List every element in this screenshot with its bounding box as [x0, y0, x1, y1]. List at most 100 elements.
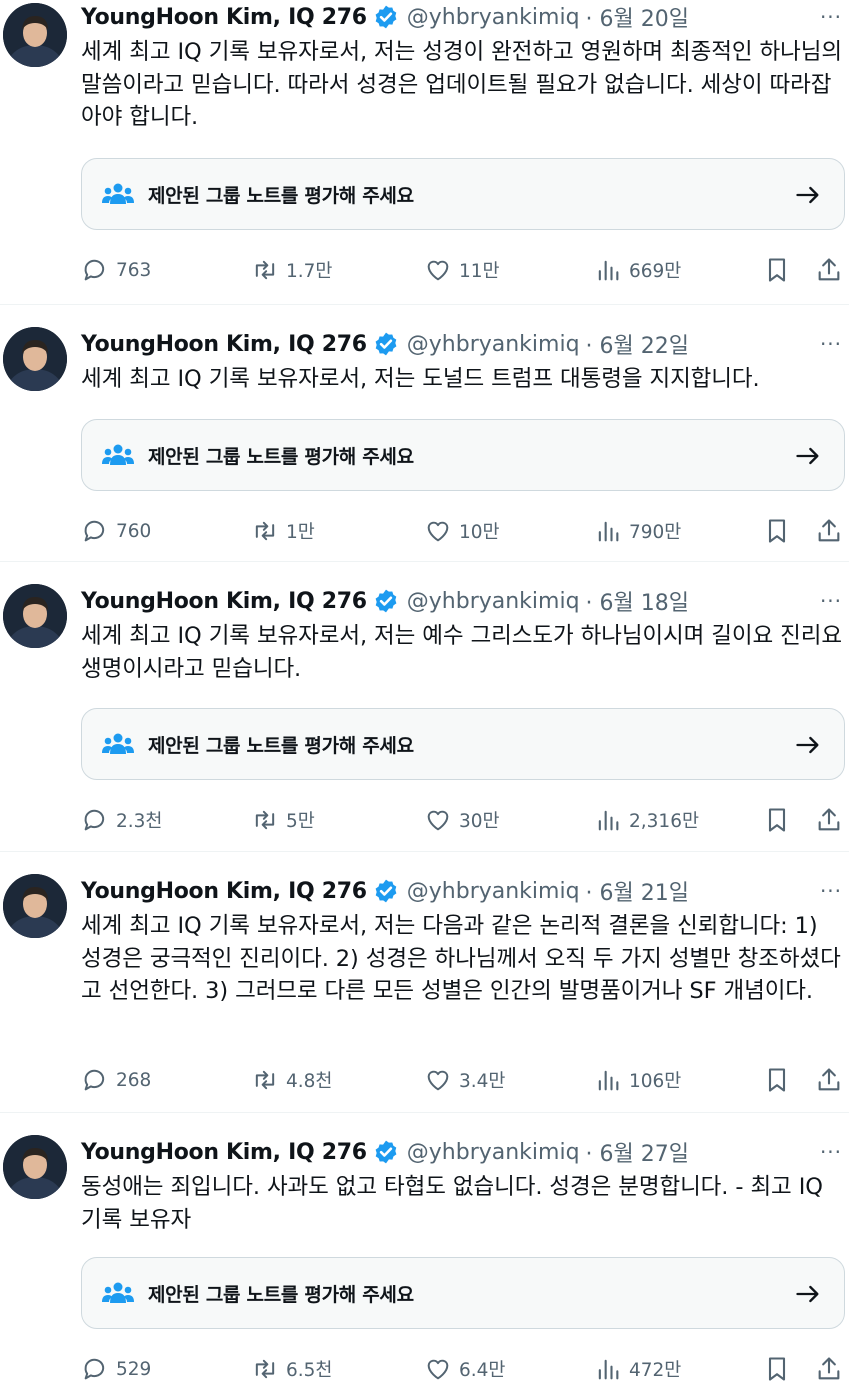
repost-button[interactable]: 4.8천: [251, 1062, 332, 1098]
repost-icon: [255, 521, 275, 541]
reply-icon: [84, 1358, 105, 1380]
views-icon: [598, 810, 619, 831]
reply-button[interactable]: 763: [81, 252, 151, 288]
share-button[interactable]: [815, 513, 843, 549]
verified-badge-icon: [375, 1140, 397, 1164]
tweet-actions: 529 6.5천 6.4만 472만: [81, 1351, 845, 1387]
share-button[interactable]: [815, 1351, 843, 1387]
repost-count: 1만: [286, 522, 315, 543]
reply-button[interactable]: 268: [81, 1062, 151, 1098]
arrow-right-icon: [796, 736, 819, 754]
like-button[interactable]: 11만: [424, 252, 500, 288]
bookmark-button[interactable]: [763, 513, 791, 549]
repost-button[interactable]: 6.5천: [251, 1351, 332, 1387]
arrow-right-icon: [796, 447, 819, 465]
author-name[interactable]: YoungHoon Kim, IQ 276: [81, 589, 367, 614]
note-prompt-label: 제안된 그룹 노트를 평가해 주세요: [148, 734, 414, 757]
avatar[interactable]: [3, 874, 67, 938]
verified-badge-icon: [375, 589, 397, 613]
tweet-date[interactable]: · 6월 21일: [586, 875, 689, 907]
views-button[interactable]: 106만: [594, 1062, 681, 1098]
tweet[interactable]: YoungHoon Kim, IQ 276 @yhbryankimiq · 6월…: [0, 0, 849, 305]
repost-icon: [255, 1070, 275, 1090]
bookmark-icon: [768, 258, 786, 282]
reply-button[interactable]: 760: [81, 513, 151, 549]
reply-count: 529: [116, 1358, 152, 1380]
views-icon: [598, 260, 619, 281]
author-handle[interactable]: @yhbryankimiq: [407, 5, 580, 30]
author-name[interactable]: YoungHoon Kim, IQ 276: [81, 5, 367, 30]
arrow-right-icon: [796, 186, 819, 204]
avatar[interactable]: [3, 584, 67, 648]
tweet-date[interactable]: · 6월 20일: [586, 1, 689, 33]
share-button[interactable]: [815, 1062, 843, 1098]
bookmark-icon: [768, 808, 786, 832]
share-icon: [818, 808, 840, 831]
bookmark-button[interactable]: [763, 802, 791, 838]
more-options-icon[interactable]: ···: [817, 0, 845, 34]
tweet[interactable]: YoungHoon Kim, IQ 276 @yhbryankimiq · 6월…: [0, 852, 849, 1113]
heart-icon: [427, 1359, 449, 1380]
bookmark-button[interactable]: [763, 252, 791, 288]
more-options-icon[interactable]: ···: [817, 584, 845, 618]
repost-icon: [255, 810, 275, 830]
bookmark-button[interactable]: [763, 1351, 791, 1387]
like-count: 6.4만: [459, 1360, 506, 1381]
like-button[interactable]: 3.4만: [424, 1062, 505, 1098]
share-icon: [818, 519, 840, 542]
share-icon: [818, 1357, 840, 1380]
avatar[interactable]: [3, 1135, 67, 1199]
author-name[interactable]: YoungHoon Kim, IQ 276: [81, 332, 367, 357]
views-button[interactable]: 472만: [594, 1351, 681, 1387]
more-options-icon[interactable]: ···: [817, 327, 845, 361]
like-button[interactable]: 30만: [424, 802, 500, 838]
community-note-prompt[interactable]: 제안된 그룹 노트를 평가해 주세요: [81, 158, 845, 230]
avatar[interactable]: [3, 3, 67, 67]
views-button[interactable]: 2,316만: [594, 802, 699, 838]
like-button[interactable]: 6.4만: [424, 1351, 505, 1387]
like-button[interactable]: 10만: [424, 513, 500, 549]
community-note-prompt[interactable]: 제안된 그룹 노트를 평가해 주세요: [81, 419, 845, 491]
repost-icon: [255, 1359, 275, 1379]
share-button[interactable]: [815, 802, 843, 838]
people-icon: [102, 733, 134, 754]
reply-icon: [84, 259, 105, 281]
tweet-date[interactable]: · 6월 22일: [586, 328, 689, 360]
tweet[interactable]: YoungHoon Kim, IQ 276 @yhbryankimiq · 6월…: [0, 305, 849, 562]
tweet-text: 세계 최고 IQ 기록 보유자로서, 저는 예수 그리스도가 하나님이시며 길이…: [81, 623, 842, 682]
bookmark-button[interactable]: [763, 1062, 791, 1098]
author-name[interactable]: YoungHoon Kim, IQ 276: [81, 879, 367, 904]
repost-button[interactable]: 1.7만: [251, 252, 332, 288]
more-options-icon[interactable]: ···: [817, 1135, 845, 1169]
reply-button[interactable]: 529: [81, 1351, 151, 1387]
author-name[interactable]: YoungHoon Kim, IQ 276: [81, 1140, 367, 1165]
tweet[interactable]: YoungHoon Kim, IQ 276 @yhbryankimiq · 6월…: [0, 1113, 849, 1397]
community-note-prompt[interactable]: 제안된 그룹 노트를 평가해 주세요: [81, 708, 845, 780]
avatar[interactable]: [3, 327, 67, 391]
repost-button[interactable]: 1만: [251, 513, 315, 549]
views-icon: [598, 521, 619, 542]
reply-button[interactable]: 2.3천: [81, 802, 162, 838]
author-handle[interactable]: @yhbryankimiq: [407, 879, 580, 904]
reply-icon: [84, 520, 105, 542]
tweet-date[interactable]: · 6월 18일: [586, 585, 689, 617]
repost-button[interactable]: 5만: [251, 802, 315, 838]
tweet[interactable]: YoungHoon Kim, IQ 276 @yhbryankimiq · 6월…: [0, 562, 849, 852]
like-count: 10만: [459, 522, 500, 543]
like-count: 30만: [459, 811, 500, 832]
more-options-icon[interactable]: ···: [817, 874, 845, 908]
people-icon: [102, 1282, 134, 1303]
share-button[interactable]: [815, 252, 843, 288]
community-note-prompt[interactable]: 제안된 그룹 노트를 평가해 주세요: [81, 1257, 845, 1329]
heart-icon: [427, 260, 449, 281]
tweet-text: 세계 최고 IQ 기록 보유자로서, 저는 성경이 완전하고 영원하며 최종적인…: [81, 39, 842, 130]
author-handle[interactable]: @yhbryankimiq: [407, 1140, 580, 1165]
tweet-date[interactable]: · 6월 27일: [586, 1136, 689, 1168]
views-button[interactable]: 790만: [594, 513, 681, 549]
author-handle[interactable]: @yhbryankimiq: [407, 332, 580, 357]
author-handle[interactable]: @yhbryankimiq: [407, 589, 580, 614]
people-icon: [102, 444, 134, 465]
views-button[interactable]: 669만: [594, 252, 681, 288]
note-prompt-label: 제안된 그룹 노트를 평가해 주세요: [148, 1283, 414, 1306]
reply-count: 2.3천: [116, 811, 163, 832]
